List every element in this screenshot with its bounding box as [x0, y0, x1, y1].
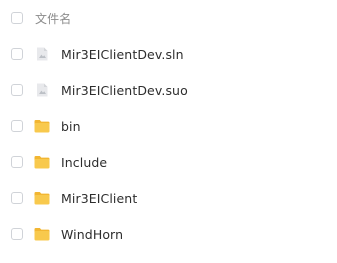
folder-name[interactable]: Mir3EIClient — [61, 191, 137, 206]
row-checkbox[interactable] — [11, 48, 23, 60]
file-name[interactable]: Mir3EIClientDev.suo — [61, 83, 188, 98]
list-item[interactable]: bin — [0, 108, 337, 144]
folder-icon — [34, 118, 50, 134]
row-checkbox[interactable] — [11, 120, 23, 132]
file-list-header: 文件名 — [0, 0, 337, 36]
folder-name[interactable]: Include — [61, 155, 107, 170]
row-checkbox[interactable] — [11, 228, 23, 240]
row-checkbox[interactable] — [11, 192, 23, 204]
list-item[interactable]: Mir3EIClientDev.suo — [0, 72, 337, 108]
folder-icon — [34, 226, 50, 242]
file-list: 文件名 Mir3EIClientDev.sln Mir3EIClientDev.… — [0, 0, 337, 263]
list-item[interactable]: Mir3EIClientDev.sln — [0, 36, 337, 72]
folder-icon — [34, 190, 50, 206]
list-item[interactable]: WindHorn — [0, 216, 337, 252]
generic-file-icon — [34, 46, 50, 62]
name-column-header[interactable]: 文件名 — [35, 10, 71, 27]
file-name[interactable]: Mir3EIClientDev.sln — [61, 47, 184, 62]
folder-icon — [34, 154, 50, 170]
list-item[interactable]: Include — [0, 144, 337, 180]
row-checkbox[interactable] — [11, 156, 23, 168]
folder-name[interactable]: WindHorn — [61, 227, 123, 242]
list-item[interactable]: Mir3EIClient — [0, 180, 337, 216]
row-checkbox[interactable] — [11, 84, 23, 96]
generic-file-icon — [34, 82, 50, 98]
folder-name[interactable]: bin — [61, 119, 81, 134]
select-all-checkbox[interactable] — [11, 12, 23, 24]
